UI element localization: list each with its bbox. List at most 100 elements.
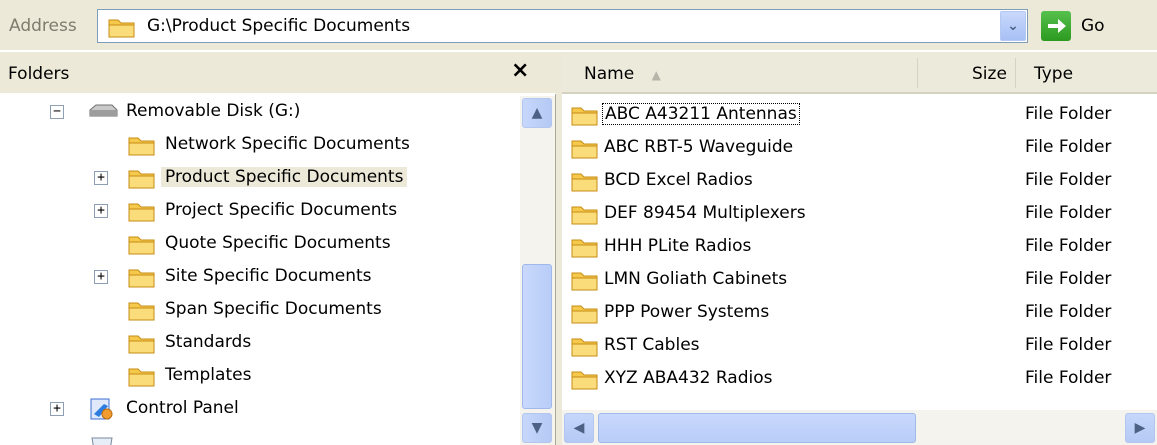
folder-icon bbox=[570, 335, 600, 362]
file-name: RST Cables bbox=[604, 335, 700, 355]
tree-item-label: Site Specific Documents bbox=[165, 266, 372, 286]
file-name: BCD Excel Radios bbox=[604, 170, 753, 190]
file-type: File Folder bbox=[1025, 104, 1112, 124]
scroll-thumb[interactable] bbox=[522, 264, 552, 409]
scroll-left-button[interactable]: ◀ bbox=[564, 413, 594, 443]
folders-pane: Folders × − Removable Disk (G:) Network … bbox=[0, 54, 556, 445]
folder-icon bbox=[108, 16, 136, 43]
tree-item-standards[interactable]: Standards bbox=[0, 327, 520, 359]
expand-icon[interactable]: + bbox=[94, 270, 108, 284]
folder-tree: − Removable Disk (G:) Network Specific D… bbox=[0, 96, 520, 445]
tree-item-removable-disk[interactable]: − Removable Disk (G:) bbox=[0, 96, 520, 128]
tree-item-span[interactable]: Span Specific Documents bbox=[0, 294, 520, 326]
file-name: PPP Power Systems bbox=[604, 302, 770, 322]
tree-item-label: Quote Specific Documents bbox=[165, 233, 391, 253]
file-type: File Folder bbox=[1025, 137, 1112, 157]
scroll-up-button[interactable]: ▲ bbox=[522, 98, 552, 128]
tree-item-label: Product Specific Documents bbox=[161, 167, 408, 187]
go-button[interactable]: Go bbox=[1041, 11, 1139, 43]
folder-icon bbox=[570, 236, 600, 263]
folder-icon bbox=[570, 203, 600, 230]
file-name: ABC A43211 Antennas bbox=[602, 103, 800, 125]
file-type: File Folder bbox=[1025, 236, 1112, 256]
tree-item-site[interactable]: + Site Specific Documents bbox=[0, 261, 520, 293]
column-name[interactable]: Name ▲ bbox=[584, 64, 661, 84]
file-type: File Folder bbox=[1025, 203, 1112, 223]
file-list-pane: Name ▲ Size Type ABC A43211 Antennas Fil… bbox=[562, 54, 1157, 445]
scroll-right-button[interactable]: ▶ bbox=[1125, 413, 1155, 443]
file-name: LMN Goliath Cabinets bbox=[604, 269, 788, 289]
list-item[interactable]: XYZ ABA432 Radios File Folder bbox=[562, 363, 1157, 395]
column-size[interactable]: Size bbox=[972, 64, 1007, 84]
recycle-bin-icon bbox=[88, 434, 116, 445]
file-type: File Folder bbox=[1025, 170, 1112, 190]
address-dropdown-button[interactable]: ⌄ bbox=[1000, 11, 1026, 41]
list-item[interactable]: ABC A43211 Antennas File Folder bbox=[562, 99, 1157, 131]
list-item[interactable]: HHH PLite Radios File Folder bbox=[562, 231, 1157, 263]
list-item[interactable]: ABC RBT-5 Waveguide File Folder bbox=[562, 132, 1157, 164]
tree-item-label: Standards bbox=[165, 332, 252, 352]
tree-item-control-panel[interactable]: + Control Panel bbox=[0, 393, 520, 425]
file-name: HHH PLite Radios bbox=[604, 236, 752, 256]
column-name-label: Name bbox=[584, 64, 635, 84]
file-type: File Folder bbox=[1025, 302, 1112, 322]
tree-item-label: Span Specific Documents bbox=[165, 299, 382, 319]
folders-title: Folders bbox=[8, 64, 70, 84]
expand-icon[interactable]: + bbox=[94, 171, 108, 185]
list-item[interactable]: DEF 89454 Multiplexers File Folder bbox=[562, 198, 1157, 230]
folder-icon bbox=[570, 104, 600, 131]
folder-icon bbox=[128, 200, 156, 227]
tree-item-label: Network Specific Documents bbox=[165, 134, 410, 154]
close-icon[interactable]: × bbox=[511, 58, 529, 83]
scroll-thumb[interactable] bbox=[598, 413, 916, 443]
tree-item-label: Templates bbox=[165, 365, 252, 385]
tree-item-network[interactable]: Network Specific Documents bbox=[0, 129, 520, 161]
folder-icon bbox=[128, 134, 156, 161]
chevron-up-icon: ▲ bbox=[531, 105, 543, 121]
folders-header: Folders × bbox=[0, 54, 556, 94]
drive-icon bbox=[88, 104, 118, 125]
tree-item-project[interactable]: + Project Specific Documents bbox=[0, 195, 520, 227]
folder-icon bbox=[128, 233, 156, 260]
address-field[interactable]: G:\Product Specific Documents ⌄ bbox=[97, 9, 1028, 43]
file-name: XYZ ABA432 Radios bbox=[604, 368, 773, 388]
tree-item-partial bbox=[0, 426, 520, 445]
column-divider[interactable] bbox=[917, 58, 918, 88]
control-panel-icon bbox=[88, 396, 116, 427]
column-type[interactable]: Type bbox=[1034, 64, 1073, 84]
scroll-down-button[interactable]: ▼ bbox=[522, 413, 552, 443]
chevron-down-icon: ⌄ bbox=[1007, 18, 1019, 34]
file-type: File Folder bbox=[1025, 335, 1112, 355]
folders-vertical-scrollbar[interactable]: ▲ ▼ bbox=[520, 96, 555, 445]
column-header: Name ▲ Size Type bbox=[562, 54, 1157, 94]
chevron-left-icon: ◀ bbox=[573, 420, 585, 436]
file-list-horizontal-scrollbar[interactable]: ◀ ▶ bbox=[562, 410, 1157, 445]
column-divider[interactable] bbox=[1015, 58, 1016, 88]
chevron-down-icon: ▼ bbox=[531, 420, 543, 436]
list-item[interactable]: RST Cables File Folder bbox=[562, 330, 1157, 362]
address-bar: Address G:\Product Specific Documents ⌄ … bbox=[0, 0, 1157, 52]
tree-item-label: Control Panel bbox=[126, 398, 239, 418]
folder-icon bbox=[128, 167, 156, 194]
collapse-icon[interactable]: − bbox=[50, 105, 64, 119]
file-type: File Folder bbox=[1025, 368, 1112, 388]
expand-icon[interactable]: + bbox=[94, 204, 108, 218]
tree-item-label: Removable Disk (G:) bbox=[126, 101, 301, 121]
list-item[interactable]: BCD Excel Radios File Folder bbox=[562, 165, 1157, 197]
folder-icon bbox=[128, 266, 156, 293]
folder-icon bbox=[570, 302, 600, 329]
expand-icon[interactable]: + bbox=[50, 402, 64, 416]
folder-icon bbox=[128, 365, 156, 392]
tree-item-templates[interactable]: Templates bbox=[0, 360, 520, 392]
file-name: DEF 89454 Multiplexers bbox=[604, 203, 806, 223]
tree-item-product[interactable]: + Product Specific Documents bbox=[0, 162, 520, 194]
folder-icon bbox=[570, 137, 600, 164]
list-item[interactable]: LMN Goliath Cabinets File Folder bbox=[562, 264, 1157, 296]
tree-item-quote[interactable]: Quote Specific Documents bbox=[0, 228, 520, 260]
address-label: Address bbox=[9, 16, 77, 36]
tree-item-label: Project Specific Documents bbox=[165, 200, 398, 220]
go-arrow-icon bbox=[1041, 11, 1071, 41]
sort-ascending-icon: ▲ bbox=[651, 68, 661, 82]
list-item[interactable]: PPP Power Systems File Folder bbox=[562, 297, 1157, 329]
folder-icon bbox=[570, 368, 600, 395]
